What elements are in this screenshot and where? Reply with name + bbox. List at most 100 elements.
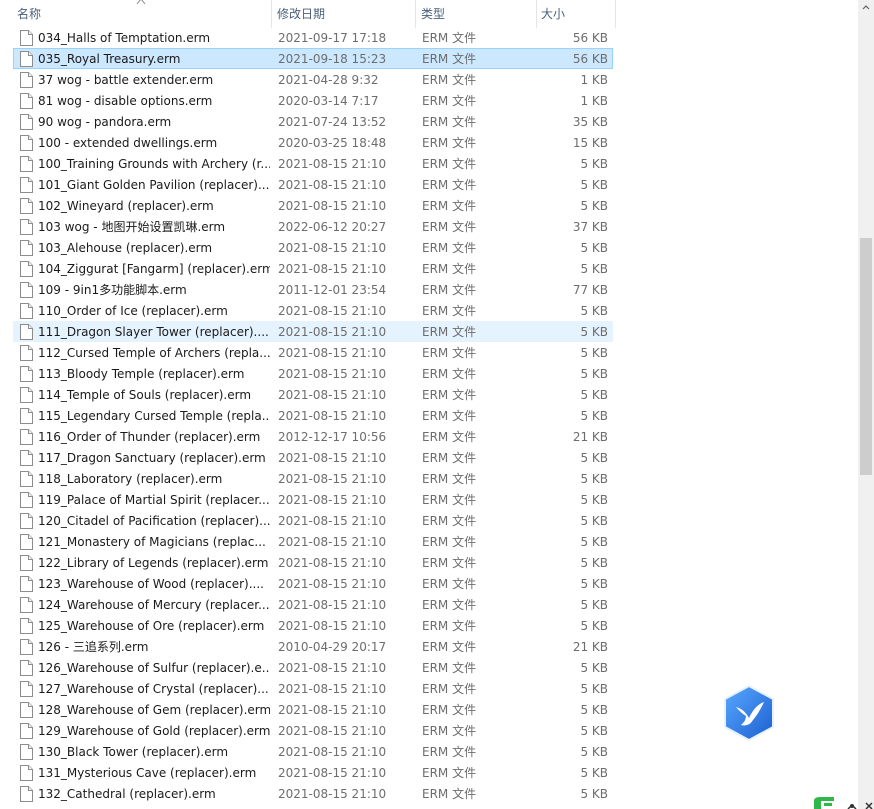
file-row[interactable]: 126 - 三追系列.erm 2010-04-29 20:17 ERM 文件 21 K… xyxy=(13,636,613,657)
file-name: 118_Laboratory (replacer).erm xyxy=(38,472,223,486)
file-row[interactable]: 111_Dragon Slayer Tower (replacer).... 20… xyxy=(13,321,613,342)
file-row[interactable]: 117_Dragon Sanctuary (replacer).erm 2021-… xyxy=(13,447,613,468)
file-modified-date: 2021-08-15 21:10 xyxy=(278,514,387,528)
file-type: ERM 文件 xyxy=(422,766,477,780)
file-size: 5 KB xyxy=(580,304,608,318)
blank-document-icon xyxy=(20,723,33,739)
file-row[interactable]: 115_Legendary Cursed Temple (repla... 202… xyxy=(13,405,613,426)
column-header-type[interactable]: 类型 xyxy=(417,0,537,28)
file-row[interactable]: 119_Palace of Martial Spirit (replacer..… xyxy=(13,489,613,510)
file-row[interactable]: 118_Laboratory (replacer).erm 2021-08-15 … xyxy=(13,468,613,489)
file-modified-date: 2021-08-15 21:10 xyxy=(278,724,387,738)
file-row[interactable]: 034_Halls of Temptation.erm 2021-09-17 17… xyxy=(13,27,613,48)
file-row[interactable]: 035_Royal Treasury.erm 2021-09-18 15:23 ER… xyxy=(13,48,613,69)
file-name: 113_Bloody Temple (replacer).erm xyxy=(38,367,245,381)
file-size: 5 KB xyxy=(580,535,608,549)
file-name: 112_Cursed Temple of Archers (repla... xyxy=(38,346,270,360)
file-row[interactable]: 121_Monastery of Magicians (replac... 202… xyxy=(13,531,613,552)
file-size: 56 KB xyxy=(572,52,608,66)
file-modified-date: 2021-07-24 13:52 xyxy=(278,115,387,129)
file-row[interactable]: 102_Wineyard (replacer).erm 2021-08-15 21… xyxy=(13,195,613,216)
file-modified-date: 2020-03-14 7:17 xyxy=(278,94,379,108)
file-row[interactable]: 109 - 9in1多功能脚本.erm 2011-12-01 23:54 ERM 文… xyxy=(13,279,613,300)
file-row[interactable]: 103_Alehouse (replacer).erm 2021-08-15 21… xyxy=(13,237,613,258)
file-size: 5 KB xyxy=(580,724,608,738)
file-row[interactable]: 126_Warehouse of Sulfur (replacer).e... 2… xyxy=(13,657,613,678)
blank-document-icon xyxy=(20,765,33,781)
file-modified-date: 2020-03-25 18:48 xyxy=(278,136,387,150)
file-modified-date: 2021-08-15 21:10 xyxy=(278,472,387,486)
file-row[interactable]: 116_Order of Thunder (replacer).erm 2012-… xyxy=(13,426,613,447)
file-name: 120_Citadel of Pacification (replacer)..… xyxy=(38,514,270,528)
file-row[interactable]: 104_Ziggurat [Fangarm] (replacer).erm 202… xyxy=(13,258,613,279)
file-type: ERM 文件 xyxy=(422,514,477,528)
column-header-name[interactable]: 名称 xyxy=(13,0,272,28)
blank-document-icon xyxy=(20,492,33,508)
file-row[interactable]: 81 wog - disable options.erm 2020-03-14 7… xyxy=(13,90,613,111)
blank-document-icon xyxy=(20,135,33,151)
file-row[interactable]: 113_Bloody Temple (replacer).erm 2021-08-… xyxy=(13,363,613,384)
file-row[interactable]: 131_Mysterious Cave (replacer).erm 2021-0… xyxy=(13,762,613,783)
file-size: 5 KB xyxy=(580,367,608,381)
file-row[interactable]: 129_Warehouse of Gold (replacer).erm 2021… xyxy=(13,720,613,741)
file-row[interactable]: 128_Warehouse of Gem (replacer).erm 2021-… xyxy=(13,699,613,720)
column-header-date[interactable]: 修改日期 xyxy=(273,0,416,28)
file-size: 21 KB xyxy=(572,640,608,654)
file-size: 5 KB xyxy=(580,157,608,171)
file-row[interactable]: 100 - extended dwellings.erm 2020-03-25 1… xyxy=(13,132,613,153)
blank-document-icon xyxy=(20,93,33,109)
file-size: 5 KB xyxy=(580,199,608,213)
file-type: ERM 文件 xyxy=(422,367,477,381)
file-size: 5 KB xyxy=(580,241,608,255)
file-name: 127_Warehouse of Crystal (replacer).... xyxy=(38,682,270,696)
file-name: 116_Order of Thunder (replacer).erm xyxy=(38,430,261,444)
file-name: 100 - extended dwellings.erm xyxy=(38,136,218,150)
file-type: ERM 文件 xyxy=(422,451,477,465)
file-row[interactable]: 123_Warehouse of Wood (replacer).... 2021… xyxy=(13,573,613,594)
file-row[interactable]: 125_Warehouse of Ore (replacer).erm 2021-… xyxy=(13,615,613,636)
blank-document-icon xyxy=(20,534,33,550)
file-size: 5 KB xyxy=(580,346,608,360)
blank-document-icon xyxy=(20,681,33,697)
file-row[interactable]: 124_Warehouse of Mercury (replacer... 202… xyxy=(13,594,613,615)
file-row[interactable]: 90 wog - pandora.erm 2021-07-24 13:52 ERM … xyxy=(13,111,613,132)
file-row[interactable]: 37 wog - battle extender.erm 2021-04-28 9… xyxy=(13,69,613,90)
scrollbar-thumb[interactable] xyxy=(860,238,872,475)
blank-document-icon xyxy=(20,240,33,256)
file-name: 117_Dragon Sanctuary (replacer).erm xyxy=(38,451,266,465)
blank-document-icon xyxy=(20,618,33,634)
file-name: 103_Alehouse (replacer).erm xyxy=(38,241,213,255)
file-row[interactable]: 132_Cathedral (replacer).erm 2021-08-15 2… xyxy=(13,783,613,804)
file-list: 034_Halls of Temptation.erm 2021-09-17 17… xyxy=(13,27,613,804)
blank-document-icon xyxy=(20,72,33,88)
bird-app-icon[interactable] xyxy=(722,685,776,741)
file-row[interactable]: 127_Warehouse of Crystal (replacer).... 2… xyxy=(13,678,613,699)
column-header-size[interactable]: 大小 xyxy=(537,0,616,28)
vertical-scrollbar[interactable] xyxy=(858,0,874,809)
file-row[interactable]: 130_Black Tower (replacer).erm 2021-08-15… xyxy=(13,741,613,762)
blank-document-icon xyxy=(20,114,33,130)
file-type: ERM 文件 xyxy=(422,73,477,87)
file-modified-date: 2021-08-15 21:10 xyxy=(278,766,387,780)
file-row[interactable]: 101_Giant Golden Pavilion (replacer)....… xyxy=(13,174,613,195)
file-modified-date: 2010-04-29 20:17 xyxy=(278,640,387,654)
file-row[interactable]: 103 wog - 地图开始设置凯琳.erm 2022-06-12 20:27 ER… xyxy=(13,216,613,237)
file-row[interactable]: 100_Training Grounds with Archery (r... 2… xyxy=(13,153,613,174)
green-app-icon[interactable] xyxy=(812,795,874,809)
file-size: 37 KB xyxy=(572,220,608,234)
file-row[interactable]: 122_Library of Legends (replacer).erm 202… xyxy=(13,552,613,573)
file-name: 109 - 9in1多功能脚本.erm xyxy=(38,283,187,297)
file-modified-date: 2021-08-15 21:10 xyxy=(278,199,387,213)
file-row[interactable]: 112_Cursed Temple of Archers (repla... 20… xyxy=(13,342,613,363)
blank-document-icon xyxy=(20,51,33,67)
file-row[interactable]: 120_Citadel of Pacification (replacer)..… xyxy=(13,510,613,531)
file-name: 125_Warehouse of Ore (replacer).erm xyxy=(38,619,265,633)
file-modified-date: 2021-08-15 21:10 xyxy=(278,325,387,339)
file-modified-date: 2021-08-15 21:10 xyxy=(278,451,387,465)
file-type: ERM 文件 xyxy=(422,472,477,486)
file-row[interactable]: 114_Temple of Souls (replacer).erm 2021-0… xyxy=(13,384,613,405)
file-modified-date: 2021-08-15 21:10 xyxy=(278,598,387,612)
scroll-up-arrow-icon[interactable] xyxy=(861,3,871,13)
file-row[interactable]: 110_Order of Ice (replacer).erm 2021-08-1… xyxy=(13,300,613,321)
file-name: 119_Palace of Martial Spirit (replacer..… xyxy=(38,493,270,507)
